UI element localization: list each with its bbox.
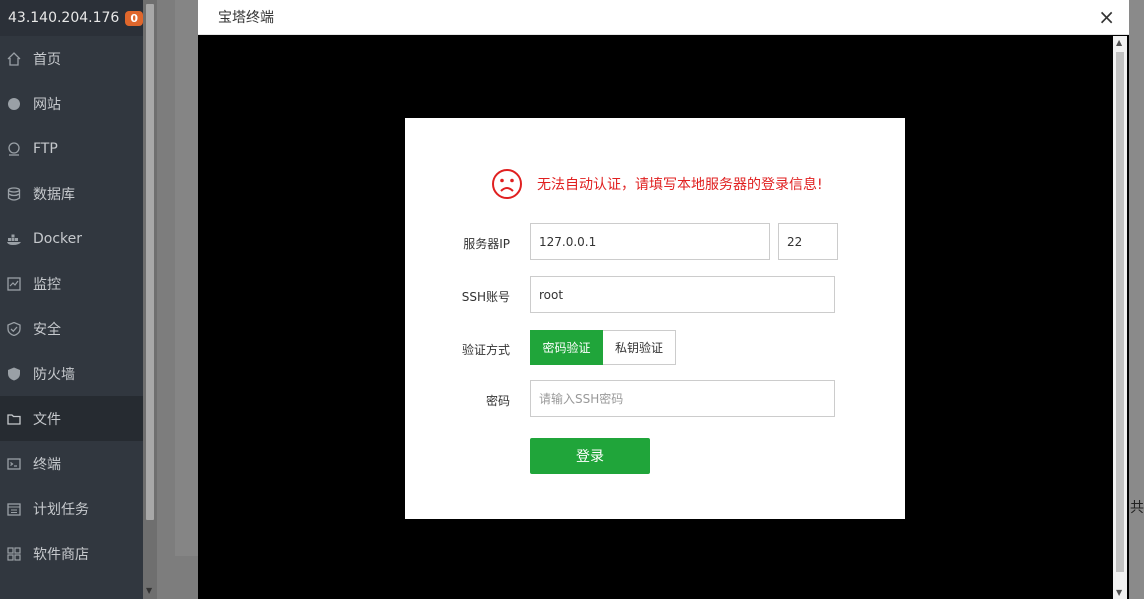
globe-icon [7, 97, 21, 111]
server-ip-input[interactable] [530, 223, 770, 260]
dialog-scrollbar[interactable]: ▲ ▼ [1113, 36, 1127, 599]
sidebar-item-label: 数据库 [33, 186, 75, 203]
sad-face-icon [492, 169, 522, 199]
sidebar-item-monitor[interactable]: 监控 [0, 261, 143, 306]
folder-icon [7, 412, 21, 426]
sidebar-item-label: Docker [33, 230, 83, 247]
private-key-auth-button[interactable]: 私钥验证 [603, 330, 676, 365]
ftp-icon [7, 141, 21, 156]
sidebar-item-label: 首页 [33, 51, 61, 68]
dialog-title: 宝塔终端 [218, 10, 274, 26]
sidebar-header: 43.140.204.176 0 [0, 0, 143, 36]
password-auth-button[interactable]: 密码验证 [530, 330, 603, 365]
shield-check-icon [7, 321, 21, 336]
calendar-icon [7, 502, 21, 516]
terminal-icon [7, 457, 21, 471]
sidebar-item-label: 文件 [33, 411, 61, 428]
sidebar-item-label: 防火墙 [33, 366, 75, 383]
sidebar-item-ftp[interactable]: FTP [0, 126, 143, 171]
sidebar-item-files[interactable]: 文件 [0, 396, 143, 441]
scroll-down-arrow-icon[interactable]: ▼ [1116, 588, 1122, 597]
sidebar-scrollbar[interactable]: ▼ [143, 0, 157, 599]
database-icon [7, 186, 21, 201]
sidebar-item-label: 网站 [33, 96, 61, 113]
home-icon [7, 51, 21, 66]
terminal-dialog: 宝塔终端 × ▲ ▼ 无法自动认证，请填写本地服务器的登录信息! 服务器IP S… [198, 0, 1129, 599]
docker-icon [7, 232, 21, 246]
ssh-account-input[interactable] [530, 276, 835, 313]
dialog-scrollbar-thumb[interactable] [1116, 52, 1124, 572]
dialog-titlebar: 宝塔终端 × [198, 0, 1129, 35]
sidebar-item-home[interactable]: 首页 [0, 36, 143, 81]
password-input[interactable] [530, 380, 835, 417]
auth-method-label: 验证方式 [461, 343, 510, 357]
sidebar-item-security[interactable]: 安全 [0, 306, 143, 351]
password-label: 密码 [485, 394, 510, 408]
notification-badge[interactable]: 0 [125, 10, 143, 26]
sidebar: 43.140.204.176 0 首页 网站 FTP 数据库 Docker 监控… [0, 0, 143, 599]
warning-message: 无法自动认证，请填写本地服务器的登录信息! [491, 168, 823, 200]
sidebar-item-cron[interactable]: 计划任务 [0, 486, 143, 531]
ssh-account-label: SSH账号 [461, 290, 510, 304]
server-ip-label: 服务器IP [463, 237, 510, 251]
sidebar-item-label: 监控 [33, 276, 61, 293]
sidebar-item-label: 安全 [33, 321, 61, 338]
monitor-icon [7, 276, 21, 291]
sidebar-scrollbar-thumb[interactable] [146, 4, 154, 520]
sidebar-item-firewall[interactable]: 防火墙 [0, 351, 143, 396]
sidebar-item-label: 终端 [33, 456, 61, 473]
server-ip: 43.140.204.176 [8, 10, 120, 26]
warning-text: 无法自动认证，请填写本地服务器的登录信息! [537, 177, 823, 193]
sidebar-item-label: FTP [33, 140, 58, 157]
close-icon[interactable]: × [1098, 7, 1115, 27]
ssh-login-card: 无法自动认证，请填写本地服务器的登录信息! 服务器IP SSH账号 验证方式 密… [405, 118, 905, 519]
sidebar-item-label: 计划任务 [33, 501, 89, 518]
scroll-down-arrow-icon[interactable]: ▼ [146, 586, 152, 595]
sidebar-item-docker[interactable]: Docker [0, 216, 143, 261]
auth-method-toggle: 密码验证 私钥验证 [530, 330, 676, 365]
sidebar-item-app-store[interactable]: 软件商店 [0, 531, 143, 576]
background-partial-text: 共 [1130, 500, 1144, 516]
ssh-port-input[interactable] [778, 223, 838, 260]
sidebar-item-database[interactable]: 数据库 [0, 171, 143, 216]
sidebar-item-website[interactable]: 网站 [0, 81, 143, 126]
firewall-icon [7, 367, 21, 381]
background-right-strip: 共 [1128, 0, 1144, 599]
scroll-up-arrow-icon[interactable]: ▲ [1116, 38, 1122, 47]
apps-icon [7, 546, 21, 561]
sidebar-item-label: 软件商店 [33, 546, 89, 563]
login-button[interactable]: 登录 [530, 438, 650, 474]
sidebar-item-terminal[interactable]: 终端 [0, 441, 143, 486]
